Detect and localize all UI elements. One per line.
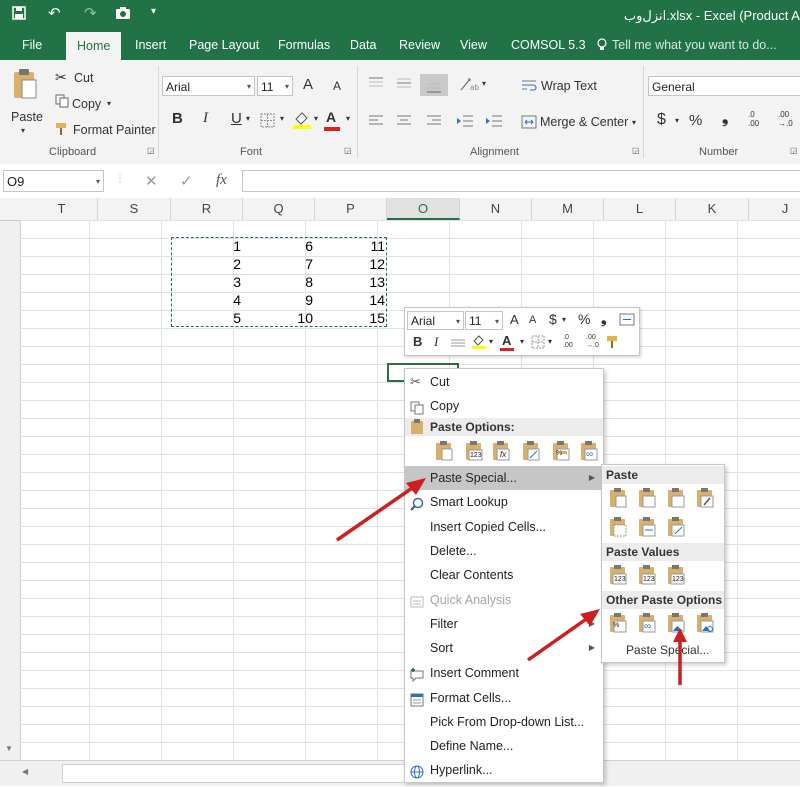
annotation-arrow-paste-picture	[673, 628, 687, 685]
annotation-arrow-paste-special	[336, 478, 426, 542]
annotation-arrow-other-paste-options	[526, 609, 600, 662]
annotation-arrows	[336, 478, 687, 685]
